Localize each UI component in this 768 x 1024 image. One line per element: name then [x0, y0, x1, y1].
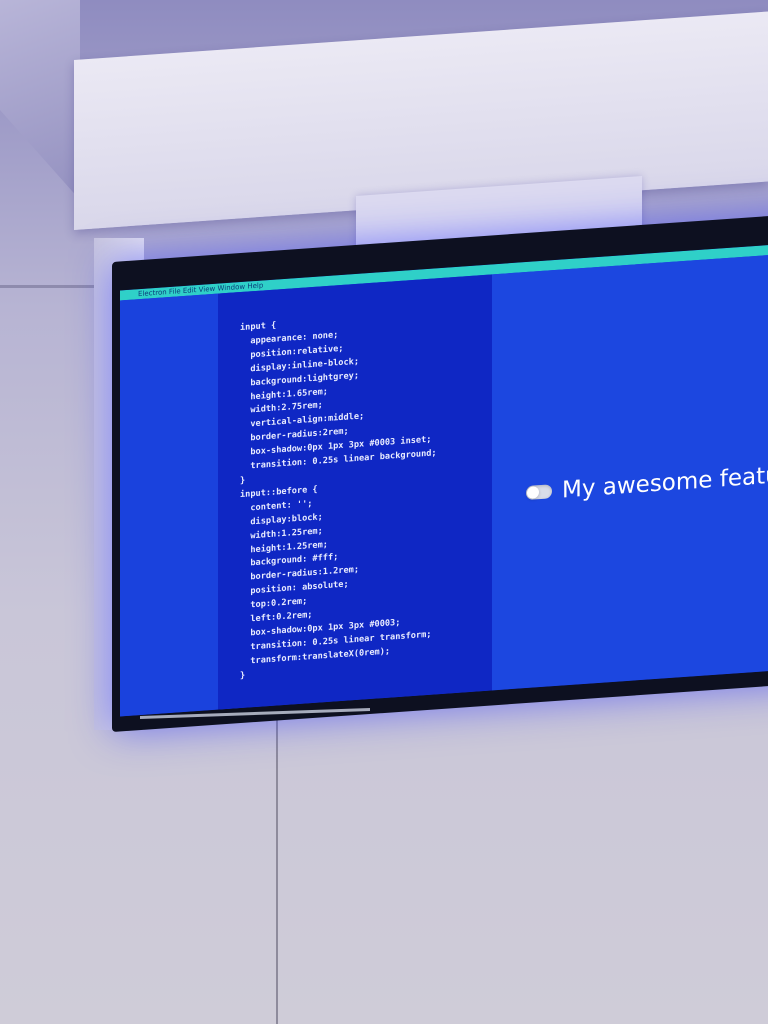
feature-toggle[interactable]: [526, 484, 552, 501]
feature-label: My awesome featu: [562, 462, 768, 504]
preview-pane: My awesome featu: [492, 251, 768, 691]
code-editor-pane: input { appearance: none; position:relat…: [218, 274, 492, 710]
ceiling-corner: [0, 0, 80, 200]
feature-toggle-row: My awesome featu: [526, 462, 768, 506]
tv-screen: Electron File Edit View Window Help inpu…: [120, 241, 768, 717]
toggle-knob: [527, 486, 539, 499]
wall-seam: [276, 720, 278, 1024]
css-code-block: input { appearance: none; position:relat…: [240, 308, 437, 683]
tv-monitor: Electron File Edit View Window Help inpu…: [112, 211, 768, 732]
